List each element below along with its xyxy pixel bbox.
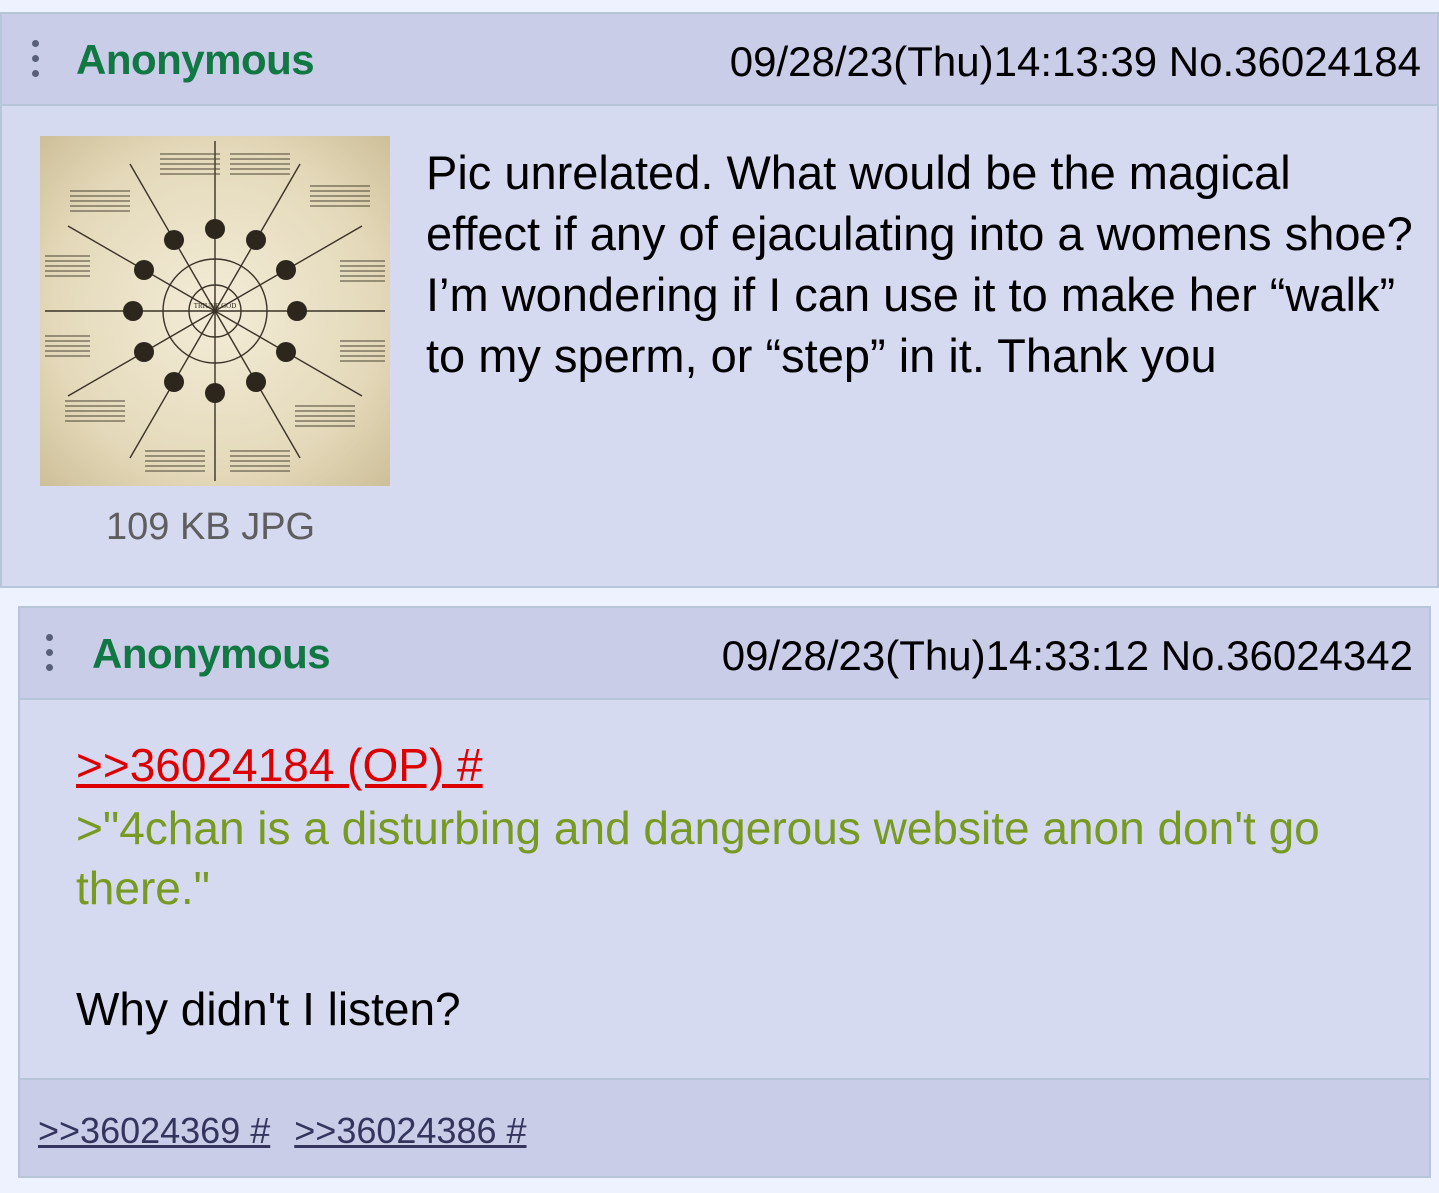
- post-menu-icon[interactable]: [46, 634, 56, 671]
- post-menu-icon[interactable]: [32, 40, 42, 77]
- file-info: 109 KB JPG: [106, 506, 316, 548]
- greentext-line: >"4chan is a disturbing and dangerous we…: [76, 802, 1320, 914]
- post-datetime: 09/28/23(Thu)14:33:12: [721, 632, 1150, 679]
- post-meta: 09/28/23(Thu)14:33:12 No.36024342: [722, 632, 1413, 680]
- backlinks: >>36024369 # >>36024386 #: [38, 1110, 541, 1152]
- backlink[interactable]: >>36024369 #: [38, 1110, 270, 1151]
- reply-post: Anonymous 09/28/23(Thu)14:33:12 No.36024…: [18, 606, 1431, 1178]
- post-message: Why didn't I listen?: [76, 983, 461, 1035]
- poster-name: Anonymous: [92, 630, 331, 677]
- svg-text:TRIUNE GOD: TRIUNE GOD: [194, 302, 237, 310]
- post-number[interactable]: No.36024342: [1161, 632, 1413, 679]
- op-post: Anonymous 09/28/23(Thu)14:13:39 No.36024…: [0, 12, 1439, 588]
- poster-name: Anonymous: [76, 36, 315, 83]
- post-thumbnail[interactable]: TRIUNE GOD: [40, 136, 390, 486]
- post-header: Anonymous 09/28/23(Thu)14:33:12 No.36024…: [20, 608, 1429, 700]
- backlink[interactable]: >>36024386 #: [294, 1110, 526, 1151]
- post-message: Pic unrelated. What would be the magical…: [426, 146, 1413, 382]
- post-number[interactable]: No.36024184: [1169, 38, 1421, 85]
- post-meta: 09/28/23(Thu)14:13:39 No.36024184: [730, 38, 1421, 86]
- post-header: Anonymous 09/28/23(Thu)14:13:39 No.36024…: [2, 14, 1437, 106]
- post-datetime: 09/28/23(Thu)14:13:39: [729, 38, 1158, 85]
- post-footer: >>36024369 # >>36024386 #: [20, 1078, 1429, 1176]
- quote-link[interactable]: >>36024184 (OP) #: [76, 738, 483, 792]
